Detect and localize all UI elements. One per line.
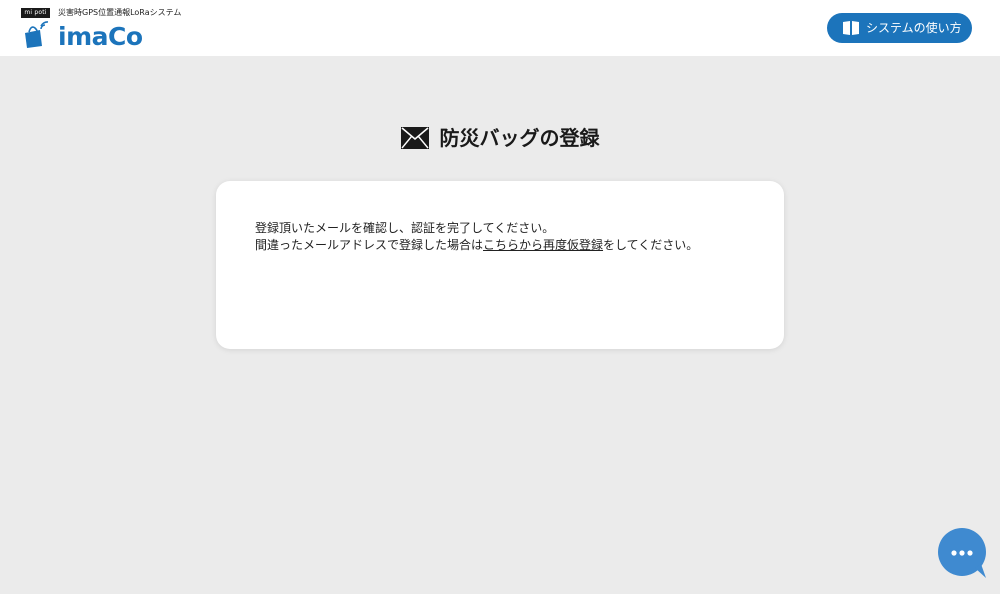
shopping-bag-signal-icon[interactable] [23,21,51,49]
system-guide-label: システムの使い方 [866,21,962,35]
message-text: 登録頂いたメールを確認し、認証を完了してください。 間違ったメールアドレスで登録… [255,220,698,254]
message-line-2-prefix: 間違ったメールアドレスで登録した場合は [255,238,484,252]
header-tagline: 災害時GPS位置通報LoRaシステム [58,8,182,17]
page-title: 防災バッグの登録 [439,126,600,150]
message-line-1: 登録頂いたメールを確認し、認証を完了してください。 [255,221,555,235]
message-card: 登録頂いたメールを確認し、認証を完了してください。 間違ったメールアドレスで登録… [216,181,784,349]
app-header: mi poti 災害時GPS位置通報LoRaシステム imaCo システムの使い… [0,0,1000,56]
envelope-icon [400,127,429,149]
page-title-row: 防災バッグの登録 [0,122,1000,154]
logo-wordmark[interactable]: imaCo [58,21,143,53]
message-line-2-suffix: をしてください。 [603,238,699,252]
brand-badge: mi poti [21,8,50,18]
re-register-link[interactable]: こちらから再度仮登録 [483,238,603,252]
message-line-2: 間違ったメールアドレスで登録した場合はこちらから再度仮登録をしてください。 [255,237,698,254]
chat-bubble-icon[interactable] [937,528,989,580]
book-icon [843,21,859,36]
system-guide-button[interactable]: システムの使い方 [827,13,972,43]
